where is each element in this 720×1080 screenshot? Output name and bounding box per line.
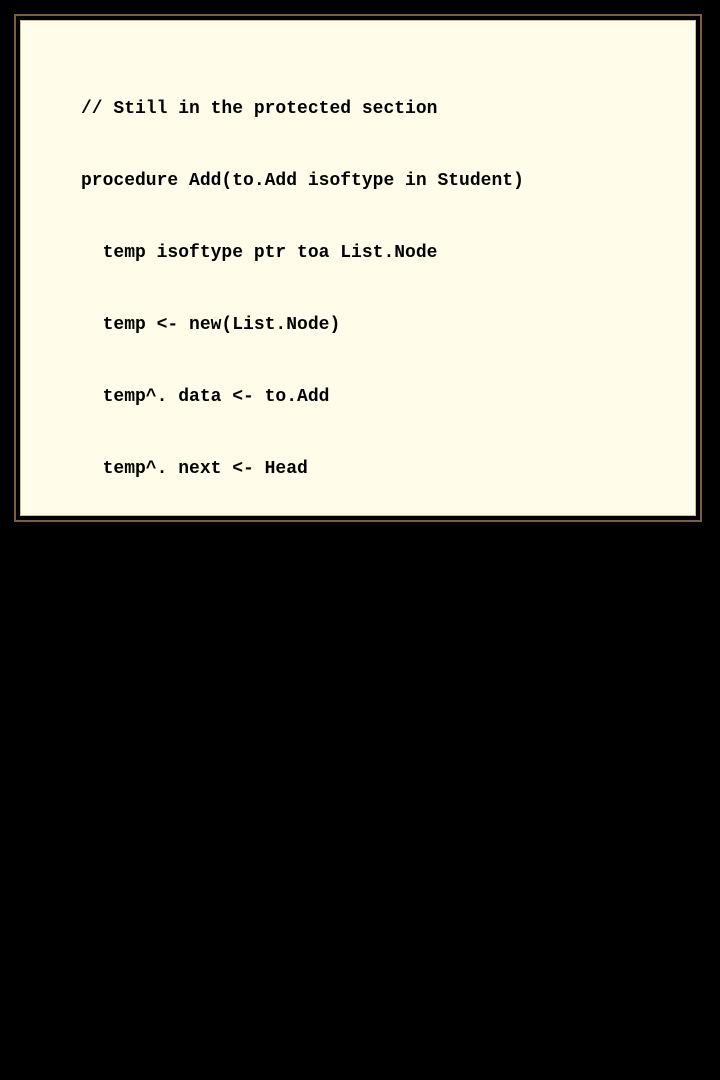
- code-line: endfunction // Is.Empty: [81, 889, 695, 913]
- code-line: Is.Empty returns (Head = NIL): [81, 817, 695, 841]
- code-blank-line: [81, 673, 695, 697]
- code-line: // Still in the protected section: [81, 97, 695, 121]
- code-line: temp^. next <- Head: [81, 457, 695, 481]
- code-line: Head <- temp: [81, 529, 695, 553]
- slide-outer-frame: // Still in the protected section proced…: [14, 14, 702, 522]
- code-line: function Is.Empty returnsa Boolean: [81, 745, 695, 769]
- code-block: // Still in the protected section proced…: [81, 49, 695, 1080]
- code-line: procedure Initialize: [81, 1033, 695, 1057]
- code-line: temp <- new(List.Node): [81, 313, 695, 337]
- code-line: procedure Add(to.Add isoftype in Student…: [81, 169, 695, 193]
- code-line: temp isoftype ptr toa List.Node: [81, 241, 695, 265]
- slide-inner-frame: // Still in the protected section proced…: [20, 20, 696, 516]
- code-line: endprocedure // Add: [81, 601, 695, 625]
- code-line: temp^. data <- to.Add: [81, 385, 695, 409]
- code-blank-line: [81, 961, 695, 985]
